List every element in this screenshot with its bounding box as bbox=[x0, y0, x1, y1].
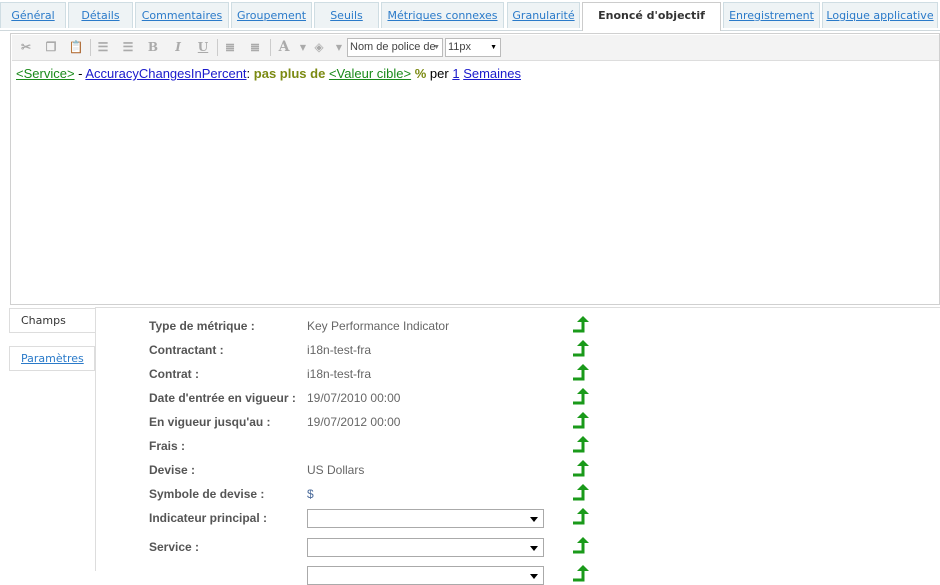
separator bbox=[270, 39, 271, 56]
condition-text: pas plus de bbox=[253, 66, 326, 81]
field-label: Devise : bbox=[149, 463, 196, 477]
promote-arrow-icon[interactable] bbox=[572, 537, 590, 554]
metric-link[interactable]: AccuracyChangesInPercent bbox=[85, 66, 246, 81]
tab-logique-applicative[interactable]: Logique applicative bbox=[822, 2, 938, 28]
unordered-list-icon[interactable]: ☰ bbox=[119, 39, 137, 55]
side-tabs: Champs Paramètres bbox=[9, 308, 96, 571]
promote-arrow-icon[interactable] bbox=[572, 316, 590, 333]
font-name-value: Nom de police de bbox=[350, 41, 436, 53]
dash-text: - bbox=[74, 66, 86, 81]
promote-arrow-icon[interactable] bbox=[572, 436, 590, 453]
tab-commentaires[interactable]: Commentaires bbox=[135, 2, 229, 28]
field-label: Contrat : bbox=[149, 367, 199, 381]
field-select[interactable] bbox=[307, 509, 544, 528]
field-value: 19/07/2012 00:00 bbox=[307, 415, 401, 429]
promote-arrow-icon[interactable] bbox=[572, 412, 590, 429]
field-value: i18n-test-fra bbox=[307, 367, 372, 381]
tab-enonce-objectif[interactable]: Enoncé d'objectif bbox=[582, 2, 721, 31]
copy-icon[interactable]: ❐ bbox=[42, 39, 60, 55]
indent-icon[interactable]: ≣ bbox=[221, 39, 239, 55]
font-size-value: 11px bbox=[448, 41, 472, 53]
field-label: Contractant : bbox=[149, 343, 224, 357]
cut-icon[interactable]: ✂ bbox=[17, 39, 35, 55]
font-size-select[interactable]: 11px ▼ bbox=[445, 38, 501, 57]
field-label: Type de métrique : bbox=[149, 319, 255, 333]
chevron-down-icon: ▼ bbox=[433, 44, 440, 51]
bold-button[interactable]: B bbox=[144, 39, 162, 55]
field-value: $ bbox=[307, 487, 314, 501]
separator bbox=[90, 39, 91, 56]
tab-enregistrement[interactable]: Enregistrement bbox=[723, 2, 820, 28]
field-label: Service : bbox=[149, 540, 200, 554]
field-select[interactable] bbox=[307, 538, 544, 557]
percent-text: % bbox=[414, 66, 427, 81]
highlight-color-icon[interactable]: ◈ bbox=[310, 39, 328, 55]
rich-text-editor[interactable]: ✂ ❐ 📋 ☰ ☰ B I U ≣ ≣ A ▼ ◈ ▼ Nom de polic… bbox=[10, 33, 940, 305]
editor-toolbar: ✂ ❐ 📋 ☰ ☰ B I U ≣ ≣ A ▼ ◈ ▼ Nom de polic… bbox=[12, 35, 939, 61]
tab-granularite[interactable]: Granularité bbox=[507, 2, 580, 28]
chevron-down-icon[interactable]: ▼ bbox=[330, 39, 348, 55]
promote-arrow-icon[interactable] bbox=[572, 508, 590, 525]
side-tab-parametres[interactable]: Paramètres bbox=[9, 346, 95, 371]
field-label: En vigueur jusqu'au : bbox=[149, 415, 271, 429]
outdent-icon[interactable]: ≣ bbox=[246, 39, 264, 55]
promote-arrow-icon[interactable] bbox=[572, 340, 590, 357]
tab-metriques-connexes[interactable]: Métriques connexes bbox=[381, 2, 504, 28]
tab-details[interactable]: Détails bbox=[68, 2, 133, 28]
objective-statement: <Service> - AccuracyChangesInPercent: pa… bbox=[16, 66, 521, 81]
chevron-down-icon: ▼ bbox=[490, 44, 497, 51]
promote-arrow-icon[interactable] bbox=[572, 484, 590, 501]
italic-button[interactable]: I bbox=[169, 39, 187, 55]
count-link[interactable]: 1 bbox=[452, 66, 459, 81]
field-label: Symbole de devise : bbox=[149, 487, 265, 501]
target-value-link[interactable]: <Valeur cible> bbox=[329, 66, 411, 81]
field-label: Indicateur principal : bbox=[149, 511, 268, 525]
promote-arrow-icon[interactable] bbox=[572, 364, 590, 381]
ordered-list-icon[interactable]: ☰ bbox=[94, 39, 112, 55]
field-value: 19/07/2010 00:00 bbox=[307, 391, 401, 405]
promote-arrow-icon[interactable] bbox=[572, 388, 590, 405]
promote-arrow-icon[interactable] bbox=[572, 460, 590, 477]
tab-general[interactable]: Général bbox=[0, 2, 66, 28]
paste-icon[interactable]: 📋 bbox=[67, 39, 85, 55]
separator bbox=[217, 39, 218, 56]
field-select[interactable] bbox=[307, 566, 544, 585]
field-value: Key Performance Indicator bbox=[307, 319, 450, 333]
field-value: US Dollars bbox=[307, 463, 365, 477]
promote-arrow-icon[interactable] bbox=[572, 565, 590, 582]
service-link[interactable]: <Service> bbox=[16, 66, 75, 81]
field-label: Frais : bbox=[149, 439, 186, 453]
side-tab-champs[interactable]: Champs bbox=[9, 308, 95, 333]
underline-button[interactable]: U bbox=[194, 39, 212, 55]
divider bbox=[95, 307, 940, 308]
tab-seuils[interactable]: Seuils bbox=[314, 2, 379, 28]
tab-groupement[interactable]: Groupement bbox=[231, 2, 312, 28]
field-value: i18n-test-fra bbox=[307, 343, 372, 357]
colon-text: : bbox=[246, 66, 254, 81]
tab-bar: Général Détails Commentaires Groupement … bbox=[0, 0, 940, 31]
font-color-button[interactable]: A bbox=[275, 39, 293, 55]
field-label: Date d'entrée en vigueur : bbox=[149, 391, 296, 405]
unit-link[interactable]: Semaines bbox=[463, 66, 521, 81]
font-name-select[interactable]: Nom de police de ▼ bbox=[347, 38, 443, 57]
per-text: per bbox=[429, 66, 449, 81]
